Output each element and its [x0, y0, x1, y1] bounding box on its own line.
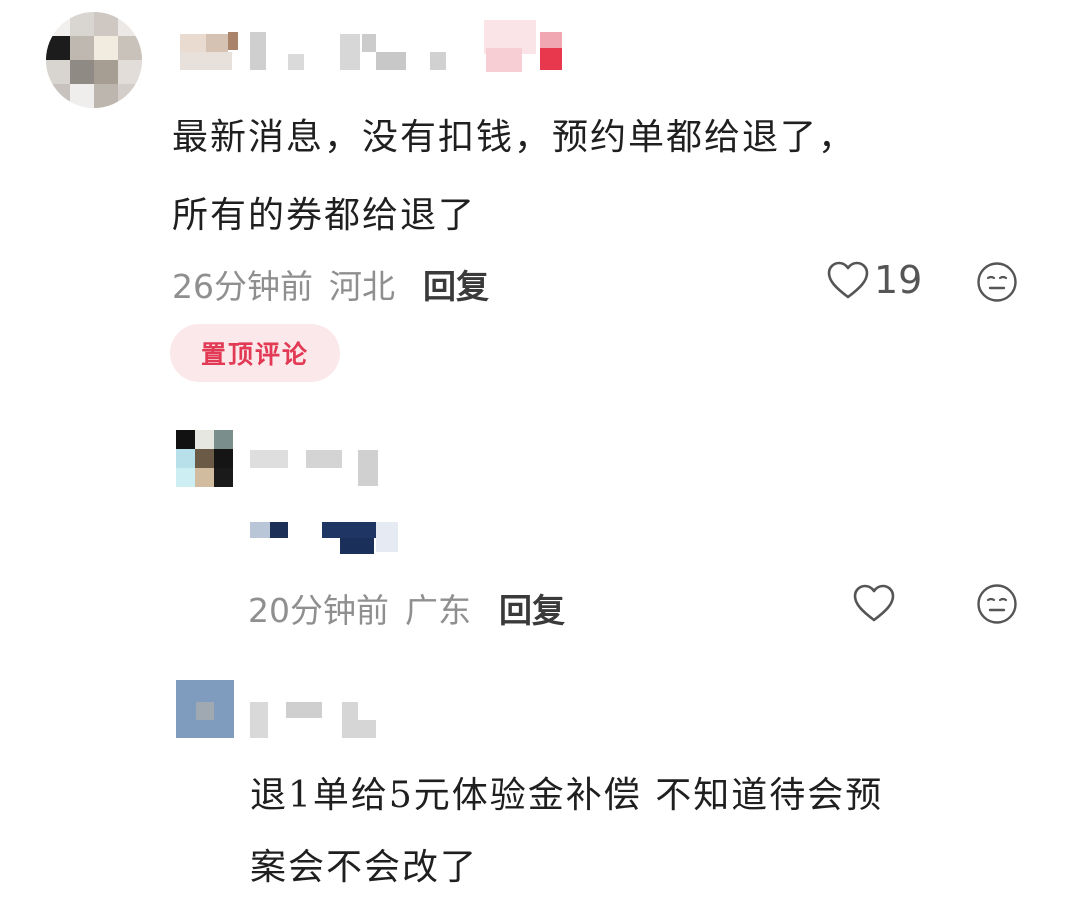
reply-button[interactable]: 回复 [499, 591, 565, 630]
timestamp: 26分钟前 [172, 267, 313, 306]
comment-meta: 26分钟前 河北 回复 [172, 260, 489, 308]
comment-text: 所有的券都给退了 [172, 195, 477, 236]
reply-button[interactable]: 回复 [423, 267, 489, 306]
heart-outline-icon [827, 261, 869, 299]
username-blurred[interactable] [250, 700, 380, 740]
heart-outline-icon[interactable] [852, 583, 896, 623]
reply-text-blurred [250, 520, 400, 556]
like-button[interactable]: 19 [826, 258, 922, 302]
comment-meta: 20分钟前 广东 回复 [248, 584, 565, 632]
pinned-comment-badge: 置顶评论 [170, 324, 340, 382]
avatar[interactable] [176, 430, 234, 487]
like-count: 19 [874, 258, 923, 302]
timestamp: 20分钟前 [248, 591, 389, 630]
location: 河北 [329, 267, 395, 306]
comment-text: 退1单给5元体验金补偿 不知道待会预 [250, 775, 884, 816]
comment-text: 案会不会改了 [250, 847, 479, 888]
comment-text: 最新消息，没有扣钱，预约单都给退了， [172, 117, 857, 158]
avatar[interactable] [46, 12, 142, 108]
username-blurred[interactable] [250, 446, 380, 486]
location: 广东 [405, 591, 471, 630]
avatar[interactable] [176, 680, 234, 738]
comment-thread: 最新消息，没有扣钱，预约单都给退了， 所有的券都给退了 26分钟前 河北 回复 19… [0, 0, 1080, 906]
neutral-face-icon[interactable] [976, 261, 1018, 303]
neutral-face-icon[interactable] [976, 583, 1018, 625]
username-blurred[interactable] [176, 20, 576, 76]
